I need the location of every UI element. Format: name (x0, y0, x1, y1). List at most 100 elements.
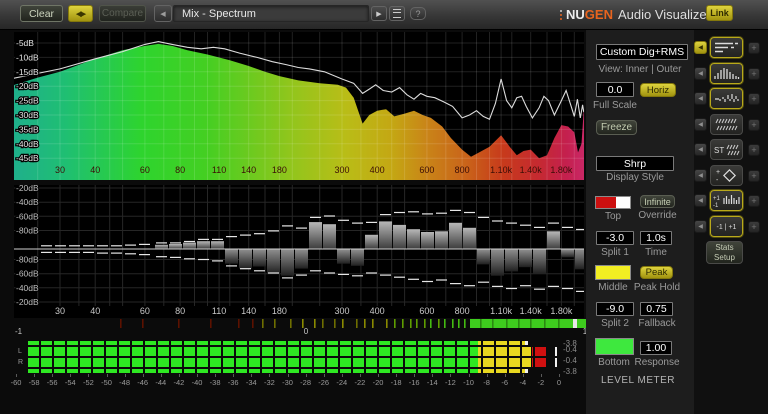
module-4-collapse-button[interactable]: ◀ (694, 118, 707, 131)
top-color-swatch[interactable] (595, 196, 631, 209)
play-button[interactable]: ▶ (371, 6, 387, 21)
module-vectorscope-button[interactable]: + - (710, 165, 743, 186)
meter-cap-marker (524, 369, 528, 373)
infinite-button[interactable]: Infinite (640, 195, 675, 208)
meter-scale-label: -44 (155, 378, 167, 387)
histogram-db-tick: -20dB (16, 297, 39, 307)
spectrum-freq-tick: 180 (272, 165, 287, 175)
meter-scale-label: -58 (28, 378, 40, 387)
meter-scale-tick (341, 374, 343, 377)
preset-name-field[interactable]: Mix - Spectrum (173, 5, 369, 22)
module-8-add-button[interactable]: + (748, 221, 760, 233)
bottom-color-swatch[interactable] (595, 338, 634, 355)
module-spectrum-lines-button[interactable] (710, 37, 743, 58)
link-button[interactable]: Link (706, 5, 733, 21)
histogram-freq-tick: 140 (241, 306, 256, 316)
module-1-collapse-button[interactable]: ◀ (694, 41, 707, 54)
freeze-button[interactable]: Freeze (596, 120, 637, 135)
clear-button[interactable]: Clear (20, 5, 63, 22)
meter-segment-mask (28, 369, 527, 373)
histogram-db-tick: -60dB (16, 269, 39, 279)
histogram-freq-tick: 1.10k (490, 306, 513, 316)
response-field[interactable]: 1.00 (640, 341, 672, 355)
spectrum-freq-tick: 600 (419, 165, 434, 175)
meter-scale-label: -56 (46, 378, 58, 387)
meter-scale-label: -52 (82, 378, 94, 387)
module-stereo-spectrogram-button[interactable]: ST (710, 139, 743, 160)
module-7-add-button[interactable]: + (748, 195, 760, 207)
peak-button[interactable]: Peak (640, 266, 673, 279)
module-level-meter-button[interactable]: +1 -1 (710, 190, 743, 211)
diff-spectrum-icon (715, 94, 739, 102)
histogram-freq-tick: 60 (140, 306, 150, 316)
meter-scale-label: -26 (318, 378, 330, 387)
display-style-field[interactable]: Shrp (596, 156, 674, 171)
module-7-collapse-button[interactable]: ◀ (694, 194, 707, 207)
meter-scale-label: -22 (354, 378, 366, 387)
fallback-field[interactable]: 0.75 (640, 302, 673, 316)
meter-scale-label: -8 (483, 378, 490, 387)
meter-scale-label: -34 (245, 378, 257, 387)
meter-mode-field[interactable]: Custom Dig+RMS (596, 44, 688, 60)
module-spectrogram-button[interactable] (710, 114, 743, 135)
spectrum-display: -5dB -10dB -15dB -20dB -25dB -30dB -35dB -40dB -… (14, 32, 584, 180)
module-5-add-button[interactable]: + (748, 144, 760, 156)
minus-one-text: -1 (713, 203, 719, 209)
view-mode-label[interactable]: View: Inner | Outer (586, 64, 694, 75)
middle-color-swatch[interactable] (595, 265, 631, 280)
module-1-add-button[interactable]: + (748, 42, 760, 54)
meter-scale-tick (269, 374, 271, 377)
stereo-spectrogram-icon: ST (714, 144, 740, 156)
meter-scale-label: -50 (101, 378, 112, 387)
meter-scale-label: -30 (282, 378, 293, 387)
correlation-icon: -1 | +1 (717, 224, 737, 231)
module-correlation-button[interactable]: -1 | +1 (710, 216, 743, 237)
level-meter-icon: +1 -1 (713, 195, 740, 209)
module-3-add-button[interactable]: + (748, 93, 760, 105)
horiz-button[interactable]: Horiz (640, 83, 676, 97)
compare-button[interactable]: Compare (99, 5, 146, 22)
spectrum-freq-tick: 800 (455, 165, 470, 175)
meter-scale-tick (160, 374, 162, 377)
spectrum-lines-icon (715, 42, 738, 53)
correlation-label-neg1: -1 (15, 327, 23, 336)
meter-readout: -0.4 (563, 345, 577, 354)
level-meter-display: -3.8 L -0.4 R -0.4 -3.8 -60 -58 -56 -54 -52 -50 -48-… (0, 338, 640, 414)
meter-scale-tick (522, 374, 524, 377)
stats-setup-button[interactable]: Stats Setup (706, 241, 743, 264)
spectrum-freq-tick: 80 (175, 165, 185, 175)
brand-gen: GEN (584, 7, 613, 22)
meter-scale-tick (70, 374, 72, 377)
module-6-collapse-button[interactable]: ◀ (694, 169, 707, 182)
time-field[interactable]: 1.0s (640, 231, 672, 245)
split1-field[interactable]: -3.0 (596, 231, 634, 245)
correlation-label-zero: 0 (304, 327, 309, 336)
meter-scale-tick (396, 374, 398, 377)
brand-rest: Audio Visualizer (617, 7, 711, 22)
swap-button[interactable]: ◀▶ (68, 5, 93, 22)
full-scale-field[interactable]: 0.0 (596, 82, 634, 97)
prev-preset-button[interactable]: ◀ (154, 5, 172, 22)
meter-scale-label: -24 (336, 378, 348, 387)
meter-scale-tick (432, 374, 434, 377)
module-6-add-button[interactable]: + (748, 170, 760, 182)
module-8-collapse-button[interactable]: ◀ (694, 220, 707, 233)
preset-list-button[interactable] (389, 6, 405, 21)
split2-label: Split 2 (601, 318, 629, 329)
help-button[interactable]: ? (410, 7, 426, 20)
nugen-dots-icon (560, 9, 562, 21)
module-4-add-button[interactable]: + (748, 119, 760, 131)
spectrum-fill (14, 43, 584, 180)
spectrum-db-tick: -40dB (16, 139, 39, 149)
module-diff-spectrum-button[interactable] (710, 88, 743, 109)
module-5-collapse-button[interactable]: ◀ (694, 143, 707, 156)
module-3-collapse-button[interactable]: ◀ (694, 92, 707, 105)
histogram-freq-tick: 300 (334, 306, 349, 316)
split2-field[interactable]: -9.0 (596, 302, 634, 316)
module-2-collapse-button[interactable]: ◀ (694, 67, 707, 80)
correlation-display: -1 0 1 (15, 319, 588, 336)
spectrum-freq-tick: 40 (90, 165, 100, 175)
meter-scale-tick (197, 374, 198, 377)
module-2-add-button[interactable]: + (748, 68, 760, 80)
module-spectrum-bars-button[interactable] (710, 63, 743, 84)
